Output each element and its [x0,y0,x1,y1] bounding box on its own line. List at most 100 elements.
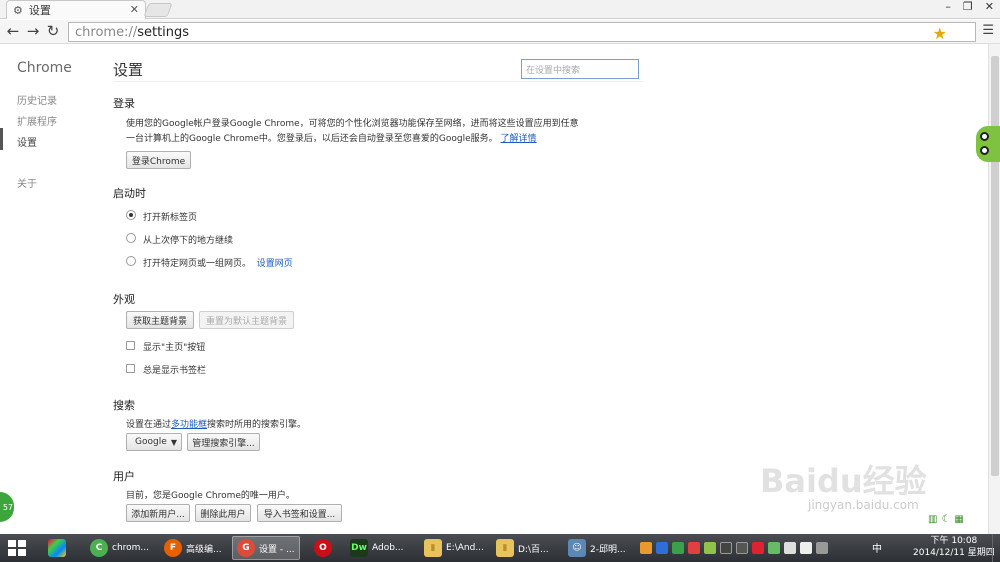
taskbar-item-folder-d[interactable]: ▮ D:\百... [492,536,553,560]
signin-heading: 登录 [113,97,135,110]
reset-theme-button[interactable]: 重置为默认主题背景 [199,311,294,329]
url-path: settings [137,24,190,40]
firefox-icon: F [164,539,182,557]
taskbar-item-chat[interactable]: ☺ 2-邱明... [564,536,630,560]
show-desktop-button[interactable] [992,534,1000,562]
reload-icon[interactable]: ↻ [44,22,62,40]
tray-icon[interactable] [752,542,764,554]
network-icon[interactable] [784,542,796,554]
folder-icon: ▮ [496,539,514,557]
search-engine-select[interactable]: Google ▼ [126,433,182,451]
back-arrow-icon[interactable]: ← [4,22,22,40]
sidebar-item-settings[interactable]: 设置 [17,134,37,149]
shield-icon[interactable] [672,542,684,554]
dreamweaver-icon: Dw [350,539,368,557]
users-heading: 用户 [113,470,135,483]
add-user-button[interactable]: 添加新用户... [126,504,190,522]
chrome-icon: G [237,539,255,557]
signin-chrome-button[interactable]: 登录Chrome [126,151,191,169]
chrome-icon: C [90,539,108,557]
startup-radio-specific[interactable] [126,256,136,266]
taskbar-item-firefox[interactable]: F 高级编... [160,536,226,560]
app-icon [48,539,66,557]
browser-toolbar: ← → ↻ chrome://settings ★ ☰ [0,20,1000,44]
settings-sidebar: Chrome 历史记录 扩展程序 设置 关于 [0,44,100,534]
forward-arrow-icon[interactable]: → [24,22,42,40]
omnibox-link[interactable]: 多功能框 [171,420,207,430]
show-home-checkbox[interactable] [126,341,135,350]
sidebar-brand: Chrome [17,60,72,76]
appearance-heading: 外观 [113,293,135,306]
startup-radio-continue[interactable] [126,233,136,243]
close-window-button[interactable]: ✕ [985,0,994,13]
search-heading: 搜索 [113,399,135,412]
sidebar-item-about[interactable]: 关于 [17,175,37,190]
floating-tools: ▥ ☾ ▦ [928,514,964,525]
startup-option-newtab: 打开新标签页 [143,213,198,223]
get-themes-button[interactable]: 获取主题背景 [126,311,194,329]
tray-icon[interactable] [736,542,748,554]
tray-icon[interactable] [768,542,780,554]
startup-radio-newtab[interactable] [126,210,136,220]
new-tab-button[interactable] [143,3,173,17]
manage-search-engines-button[interactable]: 管理搜索引擎... [187,433,260,451]
opera-icon: O [314,539,332,557]
moon-icon[interactable]: ☾ [941,514,950,525]
tool-icon[interactable]: ▥ [928,514,937,525]
import-bookmarks-button[interactable]: 导入书签和设置... [257,504,342,522]
windows-start-icon[interactable] [8,540,26,556]
signin-desc-line2: 一台计算机上的Google Chrome中。您登录后，以后还会自动登录至您喜爱的… [126,134,537,144]
users-desc: 目前，您是Google Chrome的唯一用户。 [126,491,295,501]
folder-icon: ▮ [424,539,442,557]
set-pages-link[interactable]: 设置网页 [257,259,293,269]
delete-user-button[interactable]: 删除此用户 [195,504,251,522]
show-bookmarks-checkbox[interactable] [126,364,135,373]
show-home-label: 显示"主页"按钮 [143,343,206,353]
taskbar-pinned-app[interactable] [44,536,70,560]
page-scrollbar[interactable] [988,44,1000,534]
bookmark-star-icon[interactable]: ★ [933,24,947,43]
startup-heading: 启动时 [113,187,146,200]
sidebar-item-extensions[interactable]: 扩展程序 [17,113,57,128]
sidebar-item-history[interactable]: 历史记录 [17,92,57,107]
baidu-watermark: Baidu经验 [760,462,927,500]
volume-icon[interactable] [800,542,812,554]
menu-icon[interactable]: ☰ [982,23,994,38]
startup-option-specific: 打开特定网页或一组网页。 设置网页 [143,259,293,269]
search-desc: 设置在通过多功能框搜索时所用的搜索引擎。 [126,420,307,430]
close-tab-icon[interactable]: ✕ [130,3,139,16]
taskbar-item-chrome[interactable]: Cchrom... [86,536,153,560]
tab-title: 设置 [28,4,51,17]
startup-option-continue: 从上次停下的地方继续 [143,236,234,246]
taskbar-item-opera[interactable]: O [310,536,336,560]
scrollbar-thumb[interactable] [991,56,999,476]
mascot-icon[interactable] [976,126,1000,162]
tab-settings[interactable]: ⚙ 设置 ✕ [6,0,146,19]
chart-icon[interactable]: ▦ [954,514,963,525]
tab-strip: ⚙ 设置 ✕ – ❐ ✕ [0,0,1000,19]
minimize-button[interactable]: – [945,0,951,13]
window-controls: – ❐ ✕ [945,0,994,13]
taskbar-item-dreamweaver[interactable]: Dw Adob... [346,536,408,560]
taskbar-item-settings[interactable]: G 设置 - ... [232,536,300,560]
url-scheme: chrome:// [75,24,138,40]
ime-indicator[interactable]: 中 [872,540,882,555]
tray-icon[interactable] [704,542,716,554]
tray-icon[interactable] [816,542,828,554]
page-title: 设置 [113,61,144,79]
taskbar-item-folder-e[interactable]: ▮ E:\And... [420,536,488,560]
settings-search-input[interactable]: 在设置中搜索 [521,59,639,79]
baidu-watermark-url: jingyan.baidu.com [808,498,919,512]
system-tray [640,540,890,556]
tray-icon[interactable] [720,542,732,554]
address-bar[interactable]: chrome://settings ★ [68,22,976,43]
learn-more-link[interactable]: 了解详情 [501,134,537,144]
tray-icon[interactable] [688,542,700,554]
tray-icon[interactable] [640,542,652,554]
show-bookmarks-label: 总是显示书签栏 [143,366,207,376]
tray-icon[interactable] [656,542,668,554]
sidebar-active-indicator [0,128,3,150]
clock[interactable]: 下午 10:08 2014/12/11 星期四 [913,535,995,559]
restore-button[interactable]: ❐ [963,0,973,13]
signin-desc-line1: 使用您的Google帐户登录Google Chrome，可将您的个性化浏览器功能… [126,119,579,129]
